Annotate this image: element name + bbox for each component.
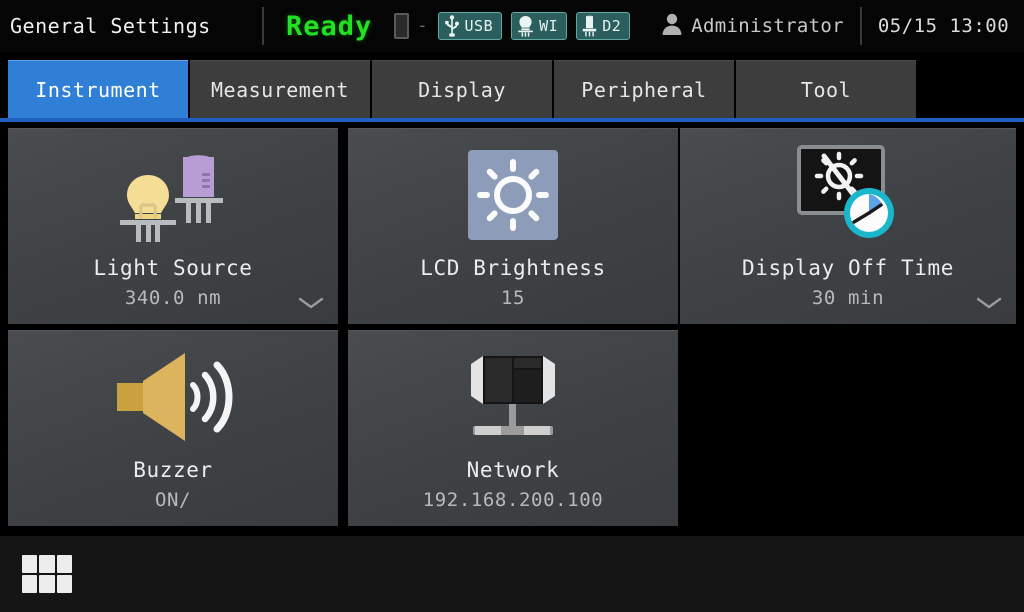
- tab-tool[interactable]: Tool: [736, 60, 916, 118]
- card-lcd-brightness-value: 15: [500, 287, 526, 309]
- card-display-off-time[interactable]: Display Off Time 30 min: [680, 128, 1016, 324]
- tab-bar: Instrument Measurement Display Periphera…: [0, 60, 1024, 118]
- grid-menu-icon[interactable]: [22, 555, 72, 593]
- user-icon: [661, 12, 683, 40]
- grid-cell: [39, 555, 55, 573]
- tab-display-label: Display: [418, 77, 506, 102]
- display-off-time-icon: [680, 141, 1016, 249]
- deuterium-lamp-icon: [582, 15, 597, 37]
- usb-icon: [444, 15, 460, 37]
- status-badge: Ready: [286, 10, 373, 42]
- status-badge-usb-label: USB: [464, 17, 494, 35]
- tab-display[interactable]: Display: [372, 60, 552, 118]
- card-network-title: Network: [466, 458, 560, 482]
- card-display-off-time-title: Display Off Time: [742, 256, 954, 280]
- card-network[interactable]: Network 192.168.200.100: [348, 330, 678, 526]
- tab-measurement-label: Measurement: [211, 77, 349, 102]
- tab-measurement[interactable]: Measurement: [190, 60, 370, 118]
- device-slot-icon: [394, 13, 410, 39]
- card-buzzer[interactable]: Buzzer ON/: [8, 330, 338, 526]
- card-light-source-value: 340.0 nm: [124, 287, 222, 309]
- user-block[interactable]: Administrator: [661, 12, 844, 40]
- grid-cell: [39, 575, 55, 593]
- status-badge-wi-label: WI: [539, 17, 559, 35]
- settings-card-grid: Light Source 340.0 nm LCD Brightness 15: [8, 128, 1016, 530]
- card-lcd-brightness[interactable]: LCD Brightness 15: [348, 128, 678, 324]
- card-display-off-time-value: 30 min: [811, 287, 885, 309]
- grid-cell: [22, 575, 38, 593]
- chevron-down-icon[interactable]: [298, 296, 324, 310]
- grid-cell: [56, 555, 72, 573]
- tab-peripheral[interactable]: Peripheral: [554, 60, 734, 118]
- slot-dash-label: -: [417, 16, 428, 36]
- grid-cell: [22, 555, 38, 573]
- user-name-label: Administrator: [691, 15, 844, 37]
- tab-tool-label: Tool: [800, 77, 852, 102]
- datetime-label: 05/15 13:00: [877, 15, 1010, 37]
- brightness-sun-icon: [348, 141, 678, 249]
- grid-cell: [56, 575, 72, 593]
- network-monitor-icon: [348, 343, 678, 451]
- tungsten-lamp-icon: [517, 15, 534, 37]
- tab-instrument-label: Instrument: [35, 77, 161, 102]
- tab-instrument[interactable]: Instrument: [8, 60, 188, 118]
- footer-bar: [0, 536, 1024, 612]
- light-source-icon: [8, 141, 338, 249]
- status-badge-wi[interactable]: WI: [511, 12, 568, 40]
- tab-active-underline: [0, 118, 1024, 122]
- header-bar: General Settings Ready - USB WI D2 Admin…: [0, 0, 1024, 52]
- card-light-source[interactable]: Light Source 340.0 nm: [8, 128, 338, 324]
- status-badge-d2-label: D2: [602, 17, 622, 35]
- status-badge-usb[interactable]: USB: [437, 12, 503, 40]
- chevron-down-icon[interactable]: [976, 296, 1002, 310]
- card-lcd-brightness-title: LCD Brightness: [420, 256, 606, 280]
- card-buzzer-value: ON/: [154, 489, 192, 511]
- status-badge-d2[interactable]: D2: [576, 12, 631, 40]
- tab-peripheral-label: Peripheral: [581, 77, 707, 102]
- card-buzzer-title: Buzzer: [133, 458, 213, 482]
- page-title: General Settings: [10, 14, 211, 38]
- card-network-value: 192.168.200.100: [422, 489, 604, 511]
- card-light-source-title: Light Source: [93, 256, 253, 280]
- buzzer-speaker-icon: [8, 343, 338, 451]
